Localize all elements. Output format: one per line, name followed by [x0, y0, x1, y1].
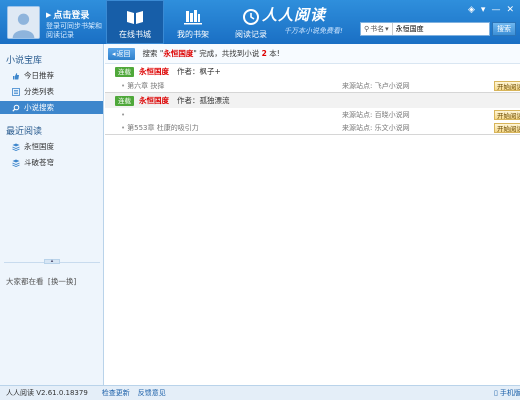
- collapse-handle-icon[interactable]: ▴: [44, 259, 60, 264]
- thumbs-up-icon: [13, 72, 19, 79]
- brand-logo: 人人阅读 千万本小说免费看!: [262, 4, 343, 36]
- start-reading-button[interactable]: 开始阅读: [494, 122, 520, 133]
- book-icon: [127, 11, 143, 24]
- source-site: 来源站点: 飞卢小说网: [342, 81, 410, 90]
- avatar[interactable]: [7, 6, 40, 39]
- status-badge: 连载: [115, 66, 134, 77]
- sidebar-item-search[interactable]: 小说搜索: [0, 101, 103, 114]
- close-icon[interactable]: ✕: [506, 5, 514, 15]
- popular-section: 大家都在看 [换一换]: [6, 276, 76, 287]
- refresh-link[interactable]: [换一换]: [48, 277, 76, 286]
- bookshelf-icon: [184, 10, 202, 25]
- result-count: 2: [261, 49, 267, 58]
- source-row: 第六章 抉择 来源站点: 飞卢小说网 开始阅读: [105, 79, 520, 92]
- sidebar-item-label: 今日推荐: [24, 71, 54, 80]
- status-badge: 连载: [115, 95, 134, 106]
- back-button[interactable]: ◂ 返回: [108, 47, 135, 60]
- mobile-version-label: 手机版: [499, 389, 520, 397]
- sidebar-splitter[interactable]: ▴: [4, 259, 100, 266]
- sidebar-section-title: 最近阅读: [6, 127, 43, 137]
- book-title[interactable]: 永恒国度: [139, 95, 169, 106]
- menu-icon[interactable]: ▾: [481, 5, 486, 15]
- sidebar-recent-book[interactable]: 永恒国度: [0, 140, 103, 153]
- skin-icon[interactable]: ◈: [468, 5, 475, 15]
- brand-name: 人人阅读: [262, 6, 327, 24]
- source-site: 来源站点: 乐文小说网: [342, 123, 410, 132]
- back-label: 返回: [116, 49, 131, 58]
- mobile-version-link[interactable]: ▯ 手机版: [494, 388, 520, 398]
- latest-chapter[interactable]: [121, 111, 127, 119]
- result-prefix: 搜索 ": [142, 49, 164, 58]
- play-arrow-icon: ▶: [46, 10, 52, 19]
- popular-label: 大家都在看: [6, 277, 44, 286]
- title-bar: ▶ 点击登录 登录可同步书架和阅读记录 在线书城 我的书架 阅读记录 人人阅读 …: [0, 0, 520, 44]
- search-icon: [12, 104, 20, 112]
- phone-icon: ▯: [494, 389, 498, 397]
- result-suffix: 本!: [269, 49, 280, 58]
- main-content: ◂ 返回 搜索 "永恒国度" 完成，共找到小说 2 本! 连载 永恒国度 作者：…: [105, 44, 520, 385]
- brand-slogan: 千万本小说免费看!: [284, 27, 343, 35]
- book-author: 作者：枫子+: [177, 67, 221, 76]
- sidebar-section-title: 小说宝库: [6, 56, 43, 66]
- latest-chapter[interactable]: 第六章 抉择: [121, 81, 164, 91]
- login-hint: 登录可同步书架和阅读记录: [46, 22, 102, 39]
- latest-chapter[interactable]: 第553章 杜康的吸引力: [121, 123, 199, 133]
- source-site: 来源站点: 百晓小说网: [342, 110, 410, 119]
- search-button[interactable]: 搜索: [492, 22, 516, 36]
- result-keyword: 永恒国度: [163, 49, 194, 58]
- clock-icon: [243, 9, 259, 25]
- search-category-dropdown[interactable]: ⚲ 书名 ▾: [361, 23, 393, 35]
- login-link[interactable]: ▶ 点击登录: [46, 8, 106, 22]
- result-middle: " 完成，共找到小说: [193, 49, 260, 58]
- search-icon: ⚲: [364, 25, 370, 33]
- book-result: 连载 永恒国度 作者：枫子+ 第六章 抉择 来源站点: 飞卢小说网 开始阅读: [105, 64, 520, 93]
- tab-online-store[interactable]: 在线书城: [106, 0, 164, 44]
- window-controls: ◈ ▾ — ✕: [468, 5, 514, 15]
- search-category-label: 书名: [370, 25, 385, 33]
- minimize-icon[interactable]: —: [491, 5, 500, 15]
- sidebar-item-categories[interactable]: 分类列表: [0, 85, 103, 98]
- sidebar: 小说宝库 今日推荐 分类列表 小说搜索 最近阅读 永恒国度 斗破苍穹 ▴ 大家都…: [0, 44, 104, 385]
- book-header: 连载 永恒国度 作者：孤独漂流: [105, 93, 520, 108]
- app-version: 人人阅读 V2.61.0.18379: [6, 389, 88, 397]
- result-text: 搜索 "永恒国度" 完成，共找到小说 2 本!: [143, 48, 280, 59]
- sidebar-item-label: 小说搜索: [24, 103, 54, 112]
- book-stack-icon: [12, 159, 20, 167]
- login-title[interactable]: 点击登录: [53, 8, 89, 21]
- book-result: 连载 永恒国度 作者：孤独漂流 来源站点: 百晓小说网 开始阅读 第553章 杜…: [105, 93, 520, 135]
- user-silhouette-icon: [8, 7, 39, 38]
- list-icon: [12, 87, 20, 96]
- login-box[interactable]: ▶ 点击登录 登录可同步书架和阅读记录: [46, 8, 106, 40]
- sidebar-recent-book[interactable]: 斗破苍穹: [0, 156, 103, 169]
- tab-label: 我的书架: [177, 30, 209, 39]
- source-row: 第553章 杜康的吸引力 来源站点: 乐文小说网 开始阅读: [105, 121, 520, 134]
- sidebar-item-label: 分类列表: [24, 87, 54, 96]
- source-row: 来源站点: 百晓小说网 开始阅读: [105, 108, 520, 121]
- back-arrow-icon: ◂: [112, 49, 116, 58]
- sidebar-item-label: 斗破苍穹: [24, 158, 54, 167]
- tab-label: 在线书城: [119, 30, 151, 39]
- book-title[interactable]: 永恒国度: [139, 66, 169, 77]
- sidebar-item-recommend[interactable]: 今日推荐: [0, 69, 103, 82]
- status-bar: 人人阅读 V2.61.0.18379 检查更新 反馈意见 ▯ 手机版: [0, 385, 520, 400]
- search-input[interactable]: [392, 25, 463, 33]
- start-reading-button[interactable]: 开始阅读: [494, 109, 520, 120]
- search-result-bar: ◂ 返回 搜索 "永恒国度" 完成，共找到小说 2 本!: [105, 44, 520, 64]
- main-nav: 在线书城 我的书架 阅读记录: [106, 0, 280, 44]
- book-author: 作者：孤独漂流: [177, 96, 230, 105]
- book-header: 连载 永恒国度 作者：枫子+: [105, 64, 520, 79]
- book-stack-icon: [12, 143, 20, 151]
- chevron-down-icon: ▾: [385, 25, 389, 33]
- tab-my-bookshelf[interactable]: 我的书架: [164, 0, 222, 44]
- feedback-link[interactable]: 反馈意见: [138, 388, 166, 398]
- check-update-link[interactable]: 检查更新: [102, 388, 130, 398]
- sidebar-item-label: 永恒国度: [24, 142, 54, 151]
- search-box: ⚲ 书名 ▾: [360, 22, 490, 36]
- start-reading-button[interactable]: 开始阅读: [494, 80, 520, 91]
